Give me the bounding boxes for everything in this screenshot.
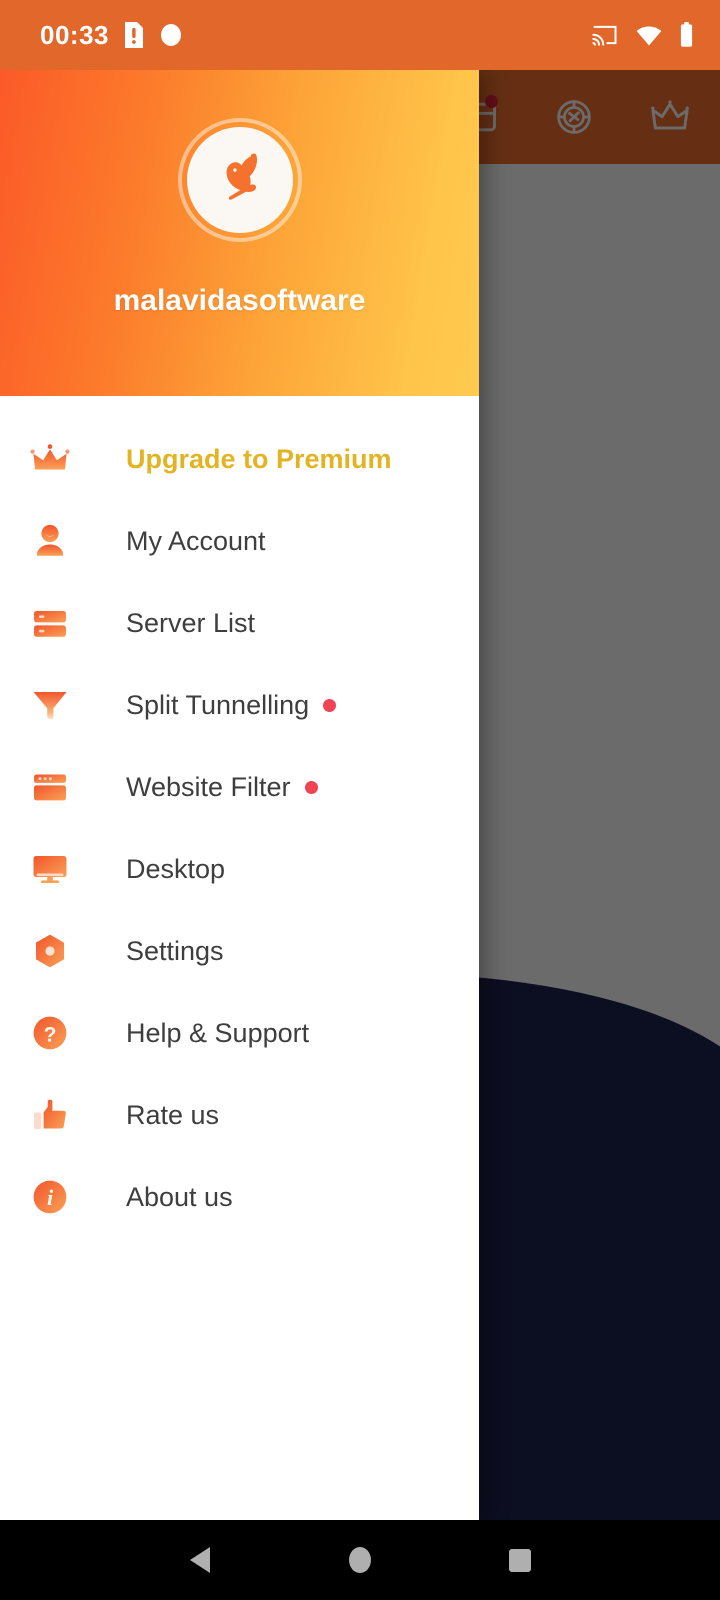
drawer-menu: Upgrade to Premium My Account Server Lis… [0, 396, 479, 1238]
drawer-header: malavidasoftware [0, 70, 479, 396]
cast-icon [591, 23, 619, 47]
menu-item-label: Desktop [126, 853, 226, 884]
back-triangle-icon[interactable] [170, 1530, 230, 1590]
menu-item-my-account[interactable]: My Account [0, 500, 479, 582]
browser-window-icon [28, 765, 72, 809]
crown-icon [28, 437, 72, 481]
menu-item-label: Help & Support [126, 1017, 310, 1048]
menu-item-about-us[interactable]: i About us [0, 1156, 479, 1238]
avatar[interactable] [186, 127, 293, 233]
notification-dot-icon [159, 22, 183, 48]
menu-item-label: My Account [126, 525, 266, 556]
menu-item-label: Website Filter [126, 771, 291, 802]
menu-item-server-list[interactable]: Server List [0, 582, 479, 664]
thumbs-up-icon [28, 1093, 72, 1137]
menu-item-label: Settings [126, 935, 224, 966]
status-bar-right [591, 22, 694, 48]
avatar-ring [177, 118, 302, 242]
status-clock: 00:33 [40, 19, 109, 50]
menu-item-split-tunnelling[interactable]: Split Tunnelling [0, 664, 479, 746]
battery-icon [679, 22, 694, 48]
info-circle-icon: i [28, 1175, 72, 1219]
question-circle-icon: ? [28, 1011, 72, 1055]
person-icon [28, 519, 72, 563]
menu-item-label: Server List [126, 607, 256, 638]
menu-item-website-filter[interactable]: Website Filter [0, 746, 479, 828]
monitor-icon [28, 847, 72, 891]
drawer-username: malavidasoftware [113, 284, 366, 317]
hex-gear-icon [28, 929, 72, 973]
svg-text:?: ? [44, 1023, 57, 1046]
menu-item-rate-us[interactable]: Rate us [0, 1074, 479, 1156]
home-circle-icon[interactable] [330, 1530, 390, 1590]
navigation-drawer: malavidasoftware Upgrade to Premium My A… [0, 70, 479, 1520]
svg-text:i: i [47, 1185, 54, 1210]
menu-item-help-and-support[interactable]: ? Help & Support [0, 992, 479, 1074]
funnel-icon [28, 683, 72, 727]
menu-item-desktop[interactable]: Desktop [0, 828, 479, 910]
recents-square-icon[interactable] [490, 1530, 550, 1590]
menu-item-label: Rate us [126, 1099, 220, 1130]
menu-item-badge-dot [304, 780, 318, 794]
menu-item-label: About us [126, 1181, 233, 1212]
rabbit-logo-icon [226, 153, 257, 200]
phone-screen: CT UPGRADE [0, 0, 720, 1600]
menu-item-settings[interactable]: Settings [0, 910, 479, 992]
menu-item-label: Upgrade to Premium [126, 443, 392, 474]
status-bar: 00:33 [0, 0, 720, 70]
status-bar-left: 00:33 [40, 20, 183, 51]
menu-item-label: Split Tunnelling [126, 689, 310, 720]
wifi-icon [635, 23, 663, 47]
menu-item-upgrade-to-premium[interactable]: Upgrade to Premium [0, 418, 479, 500]
sim-alert-icon [123, 22, 145, 48]
android-nav-bar [0, 1520, 720, 1600]
server-icon [28, 601, 72, 645]
menu-item-badge-dot [323, 698, 337, 712]
